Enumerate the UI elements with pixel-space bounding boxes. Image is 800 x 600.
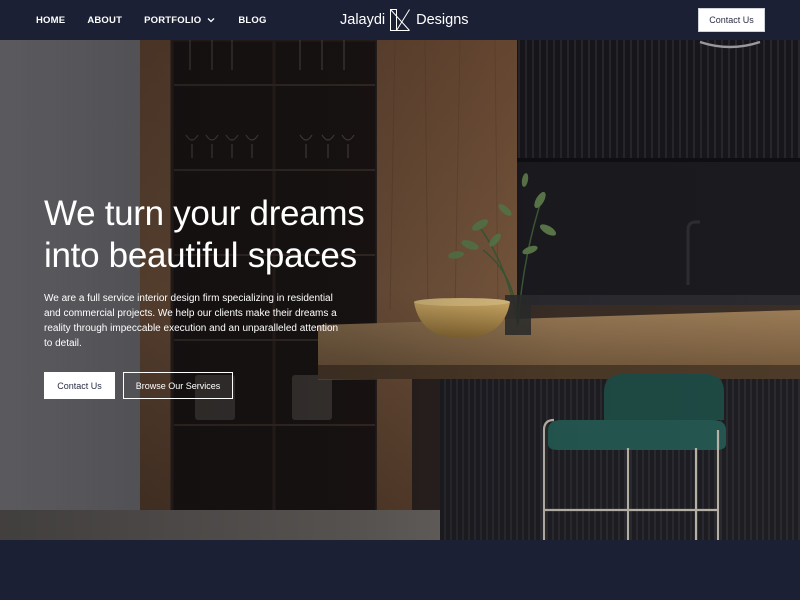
nav-link-portfolio-label: PORTFOLIO <box>144 14 202 26</box>
nav-contact-button[interactable]: Contact Us <box>698 8 765 32</box>
hero-section: We turn your dreams into beautiful space… <box>0 40 800 540</box>
chevron-down-icon <box>207 18 215 23</box>
hero-description: We are a full service interior design fi… <box>44 293 339 349</box>
hero-title-line-1: We turn your dreams <box>44 194 365 233</box>
hero-title: We turn your dreams into beautiful space… <box>44 193 404 277</box>
top-navigation: HOME ABOUT PORTFOLIO BLOG Jalaydi Design… <box>0 0 800 40</box>
brand-logo-mark-icon <box>390 9 411 31</box>
brand-logo[interactable]: Jalaydi Designs <box>340 6 469 34</box>
nav-links: HOME ABOUT PORTFOLIO BLOG <box>36 0 289 40</box>
nav-link-about[interactable]: ABOUT <box>87 15 122 26</box>
next-section-band <box>0 540 800 600</box>
nav-link-home[interactable]: HOME <box>36 15 65 26</box>
hero-title-line-2: into beautiful spaces <box>44 236 357 275</box>
nav-link-blog-label: BLOG <box>238 14 267 26</box>
hero-contact-button[interactable]: Contact Us <box>44 372 115 399</box>
nav-link-blog[interactable]: BLOG <box>238 15 266 26</box>
browse-services-button[interactable]: Browse Our Services <box>123 372 233 399</box>
brand-name-right: Designs <box>416 12 469 28</box>
nav-link-about-label: ABOUT <box>87 14 123 26</box>
nav-link-home-label: HOME <box>36 14 66 26</box>
brand-name-left: Jalaydi <box>340 12 386 28</box>
hero-overlay <box>0 40 800 540</box>
nav-link-portfolio[interactable]: PORTFOLIO <box>144 15 216 26</box>
